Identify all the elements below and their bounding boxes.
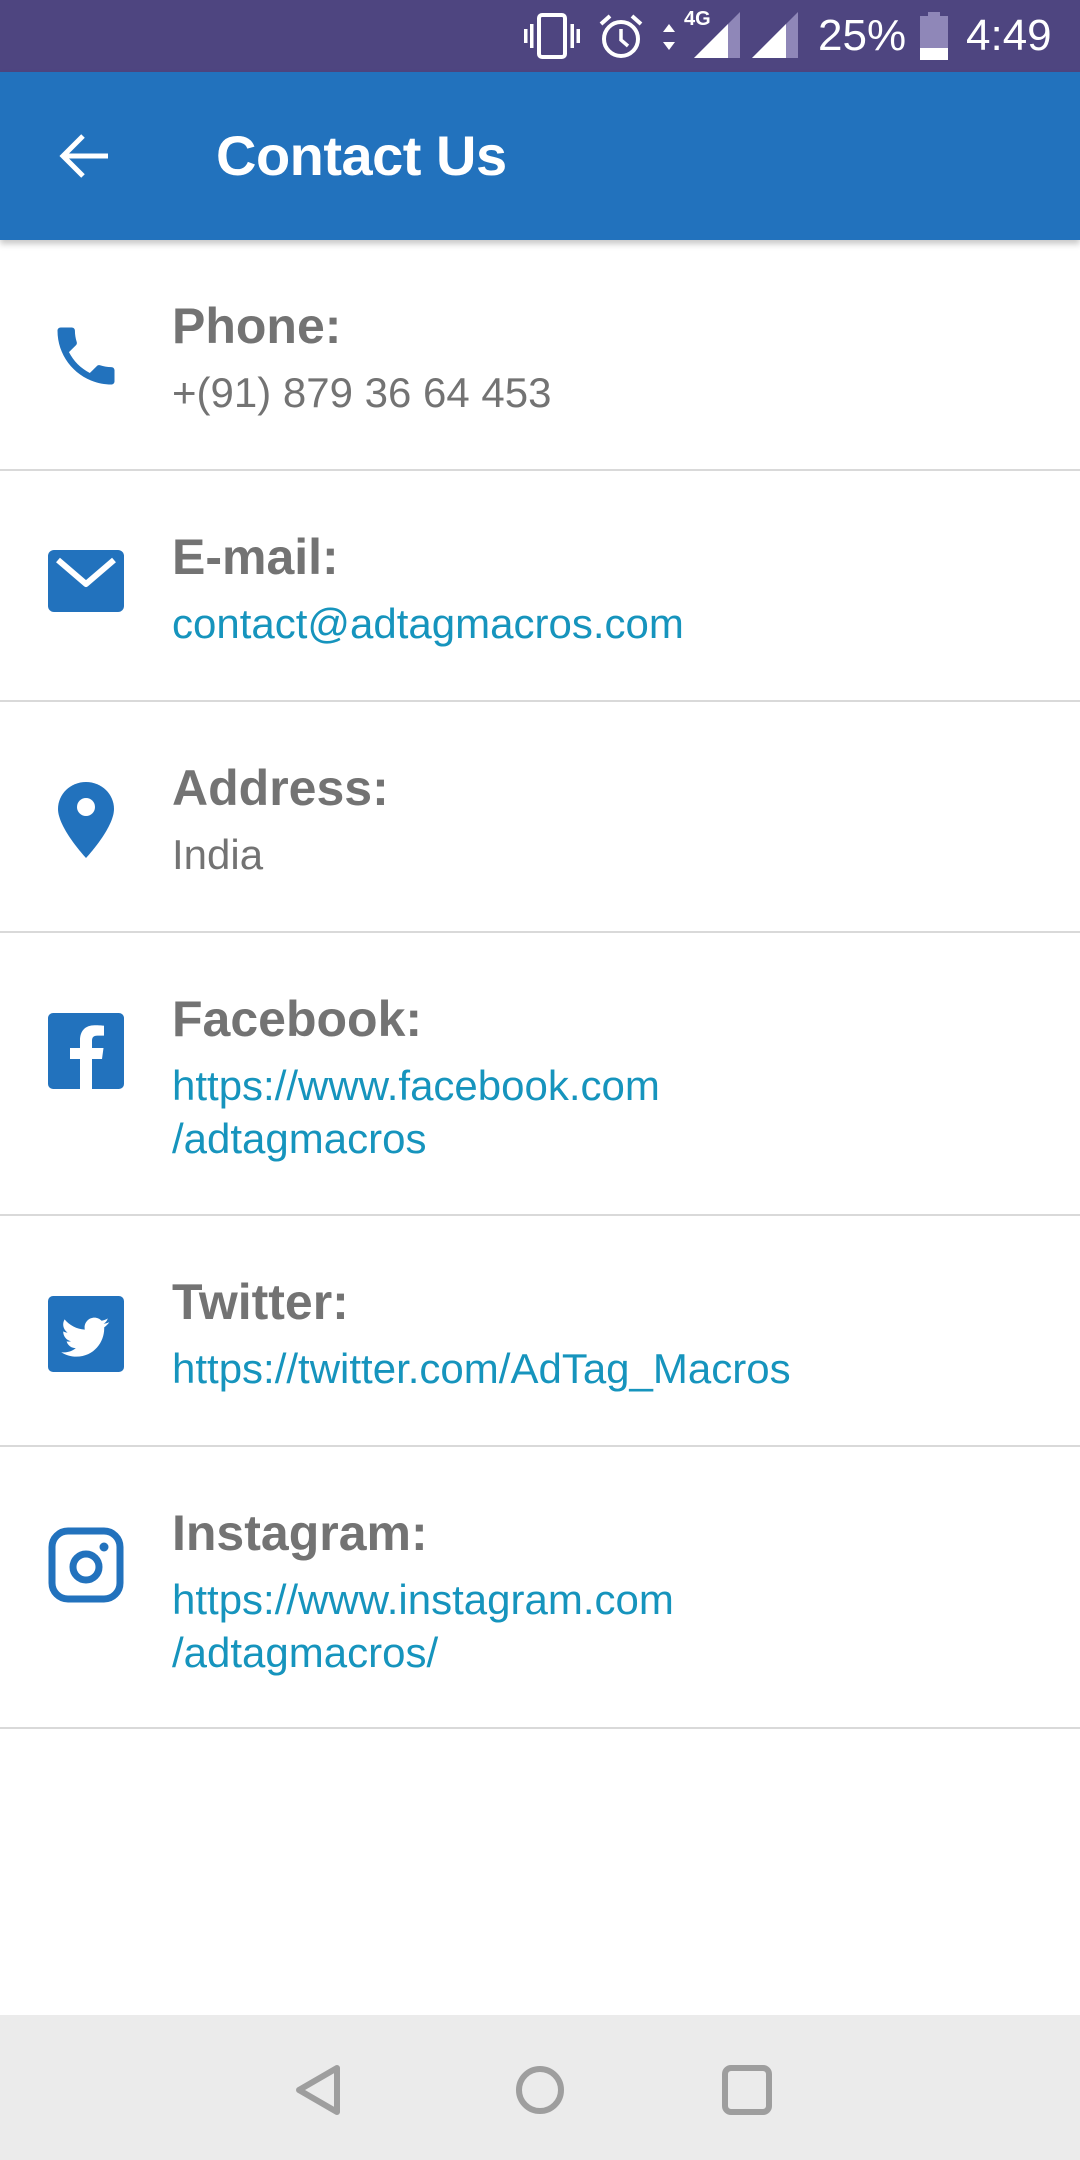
signal-icon <box>752 12 798 58</box>
page-title: Contact Us <box>216 124 507 187</box>
contact-row-address[interactable]: Address: India <box>0 702 1080 933</box>
contact-row-phone[interactable]: Phone: +(91) 879 36 64 453 <box>0 240 1080 471</box>
contact-row-instagram[interactable]: Instagram: https://www.instagram.com /ad… <box>0 1447 1080 1729</box>
nav-back-button[interactable] <box>283 2055 353 2125</box>
contact-label: Instagram: <box>172 1505 428 1561</box>
contact-label: E-mail: <box>172 529 339 585</box>
signal-4g-icon <box>694 12 740 58</box>
twitter-link[interactable]: https://twitter.com/AdTag_Macros <box>172 1342 1032 1395</box>
app-bar: Contact Us <box>0 72 1080 240</box>
address-value: India <box>172 831 264 878</box>
battery-percent: 25% <box>818 11 907 60</box>
contact-row-twitter[interactable]: Twitter: https://twitter.com/AdTag_Macro… <box>0 1216 1080 1447</box>
facebook-icon <box>46 1011 126 1091</box>
contact-row-facebook[interactable]: Facebook: https://www.facebook.com /adta… <box>0 933 1080 1216</box>
instagram-link-line-1: https://www.instagram.com <box>172 1576 674 1623</box>
square-recents-icon <box>722 2065 772 2115</box>
facebook-link-line-1: https://www.facebook.com <box>172 1062 660 1109</box>
nav-home-button[interactable] <box>505 2055 575 2125</box>
phone-icon <box>46 316 126 396</box>
alarm-icon <box>599 14 643 58</box>
facebook-link[interactable]: https://www.facebook.com /adtagmacros <box>172 1059 1032 1165</box>
location-pin-icon <box>46 780 126 860</box>
twitter-icon <box>46 1294 126 1374</box>
arrow-left-icon <box>59 134 108 178</box>
clock: 4:49 <box>966 11 1052 60</box>
back-button[interactable] <box>42 122 126 190</box>
circle-home-icon <box>516 2066 564 2114</box>
triangle-back-icon <box>296 2065 340 2115</box>
contact-label: Twitter: <box>172 1274 349 1330</box>
instagram-icon <box>46 1525 126 1605</box>
nav-recents-button[interactable] <box>712 2055 782 2125</box>
phone-value[interactable]: +(91) 879 36 64 453 <box>172 366 1032 419</box>
system-nav-bar <box>0 2015 1080 2160</box>
facebook-link-line-2: /adtagmacros <box>172 1115 427 1162</box>
instagram-link[interactable]: https://www.instagram.com /adtagmacros/ <box>172 1573 1032 1679</box>
contact-label: Facebook: <box>172 991 423 1047</box>
contact-row-email[interactable]: E-mail: contact@adtagmacros.com <box>0 471 1080 702</box>
data-arrows-icon <box>663 24 675 50</box>
email-link[interactable]: contact@adtagmacros.com <box>172 597 1032 650</box>
instagram-link-line-2: /adtagmacros/ <box>172 1629 439 1676</box>
contact-list: Phone: +(91) 879 36 64 453 E-mail: conta… <box>0 240 1080 1729</box>
battery-icon <box>920 12 948 60</box>
mail-icon <box>46 541 126 621</box>
vibrate-icon <box>524 13 580 59</box>
status-bar: 4G 25% 4:49 <box>0 0 1080 72</box>
contact-label: Address: <box>172 760 389 816</box>
contact-label: Phone: <box>172 298 342 354</box>
